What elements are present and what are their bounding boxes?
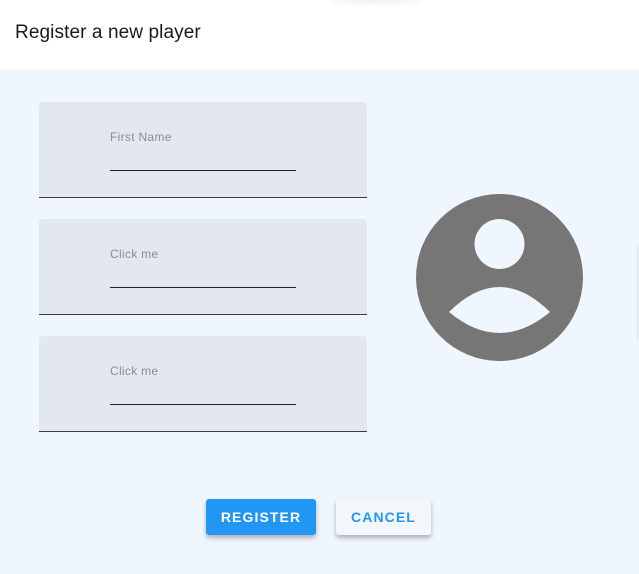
first-name-label: First Name (110, 130, 172, 144)
click-me-input-1[interactable] (110, 263, 296, 288)
dialog-title: Register a new player (15, 22, 201, 43)
avatar-head (474, 219, 525, 269)
click-me-field-2[interactable]: Click me (39, 336, 367, 432)
click-me-input-2[interactable] (110, 380, 296, 405)
register-button[interactable]: REGISTER (206, 499, 316, 535)
click-me-label-2: Click me (110, 364, 159, 378)
dialog-header: Register a new player (0, 0, 639, 69)
click-me-field-1[interactable]: Click me (39, 219, 367, 315)
edge-divider (637, 246, 638, 340)
first-name-field[interactable]: First Name (39, 102, 367, 198)
cancel-button[interactable]: CANCEL (336, 499, 431, 535)
click-me-label-1: Click me (110, 247, 159, 261)
account-circle-icon[interactable] (416, 194, 583, 361)
first-name-input[interactable] (110, 146, 296, 171)
header-shadow (330, 0, 420, 6)
